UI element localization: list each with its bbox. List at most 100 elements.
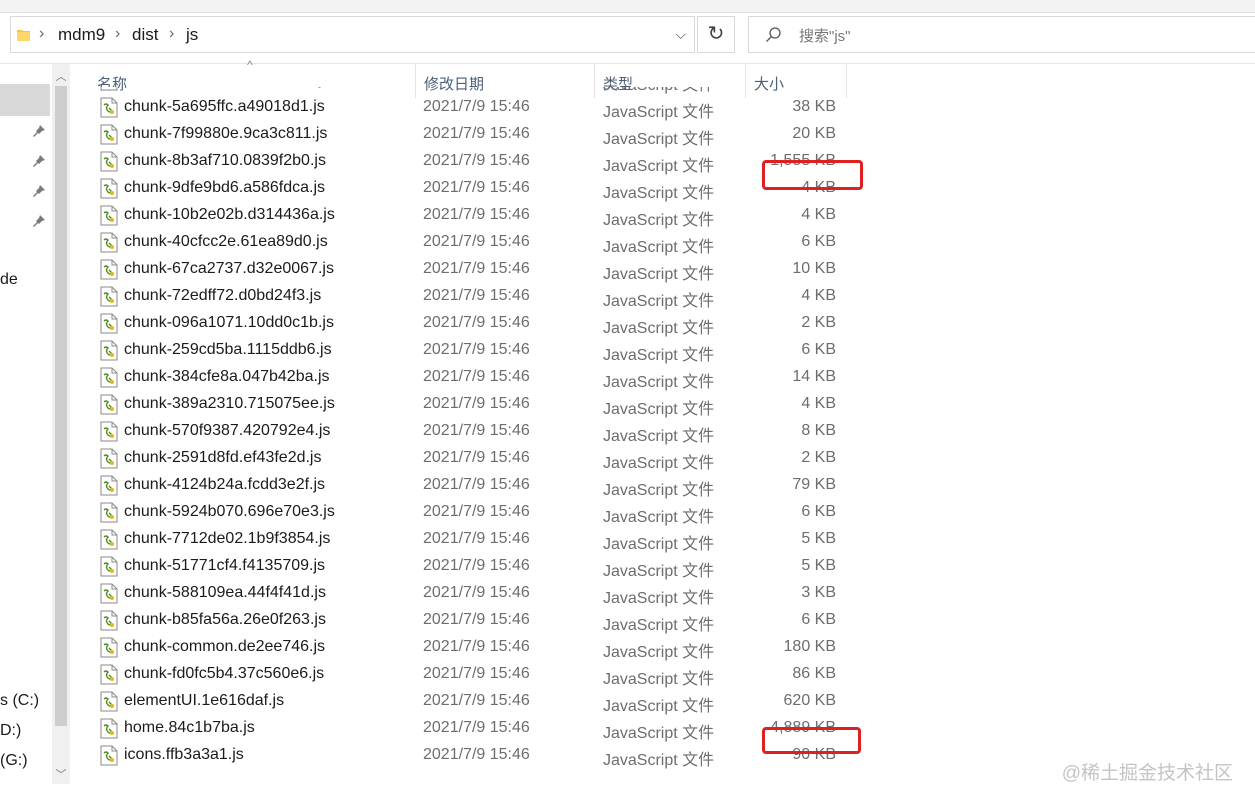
file-type: JavaScript 文件: [603, 212, 715, 229]
file-row[interactable]: chunk-b85fa56a.26e0f263.js 2021/7/9 15:46…: [96, 607, 856, 634]
js-file-icon: [100, 313, 118, 334]
file-name[interactable]: chunk-10b2e02b.d314436a.js: [124, 206, 335, 224]
file-name[interactable]: chunk-9dfe9bd6.a586fdca.js: [124, 179, 325, 197]
file-name[interactable]: chunk-588109ea.44f4f41d.js: [124, 584, 326, 602]
pin-icon[interactable]: [32, 154, 46, 168]
file-row[interactable]: chunk-588109ea.44f4f41d.js 2021/7/9 15:46…: [96, 580, 856, 607]
file-row[interactable]: chunk-4e0207f0.a95e4a9d.js 2021/7/9 15:46…: [96, 87, 856, 94]
file-row[interactable]: chunk-5924b070.696e70e3.js 2021/7/9 15:46…: [96, 499, 856, 526]
pin-icon[interactable]: [32, 214, 46, 228]
file-name[interactable]: elementUI.1e616daf.js: [124, 692, 284, 710]
nav-item-partial[interactable]: de: [0, 271, 18, 289]
nav-selected-item[interactable]: [0, 84, 50, 116]
breadcrumb-mdm9[interactable]: mdm9: [58, 25, 105, 45]
file-date: 2021/7/9 15:46: [423, 584, 530, 601]
breadcrumb-js[interactable]: js: [186, 25, 198, 45]
file-type: JavaScript 文件: [603, 752, 715, 769]
nav-scrollbar[interactable]: ︿ ﹀: [52, 64, 70, 784]
search-box[interactable]: [748, 16, 1255, 53]
breadcrumb-dist[interactable]: dist: [132, 25, 158, 45]
pin-icon[interactable]: [32, 184, 46, 198]
file-row[interactable]: chunk-8b3af710.0839f2b0.js 2021/7/9 15:46…: [96, 148, 856, 175]
file-type: JavaScript 文件: [603, 158, 715, 175]
file-name[interactable]: chunk-2591d8fd.ef43fe2d.js: [124, 449, 321, 467]
file-row[interactable]: chunk-40cfcc2e.61ea89d0.js 2021/7/9 15:46…: [96, 229, 856, 256]
file-row[interactable]: chunk-389a2310.715075ee.js 2021/7/9 15:46…: [96, 391, 856, 418]
file-type: JavaScript 文件: [603, 320, 715, 337]
file-row[interactable]: chunk-5a695ffc.a49018d1.js 2021/7/9 15:46…: [96, 94, 856, 121]
file-date: 2021/7/9 15:46: [423, 449, 530, 466]
search-input[interactable]: [797, 23, 1201, 49]
file-name[interactable]: chunk-5a695ffc.a49018d1.js: [124, 98, 325, 116]
file-name[interactable]: home.84c1b7ba.js: [124, 719, 255, 737]
file-name[interactable]: chunk-40cfcc2e.61ea89d0.js: [124, 233, 328, 251]
file-date: 2021/7/9 15:46: [423, 125, 530, 142]
file-name[interactable]: chunk-b85fa56a.26e0f263.js: [124, 611, 326, 629]
file-type: JavaScript 文件: [603, 509, 715, 526]
file-name[interactable]: chunk-7f99880e.9ca3c811.js: [124, 125, 327, 143]
file-name[interactable]: chunk-096a1071.10dd0c1b.js: [124, 314, 334, 332]
file-name[interactable]: chunk-72edff72.d0bd24f3.js: [124, 287, 321, 305]
file-row[interactable]: chunk-fd0fc5b4.37c560e6.js 2021/7/9 15:46…: [96, 661, 856, 688]
file-date: 2021/7/9 15:46: [423, 746, 530, 763]
scroll-down-icon[interactable]: ﹀: [52, 766, 70, 782]
file-row[interactable]: chunk-67ca2737.d32e0067.js 2021/7/9 15:46…: [96, 256, 856, 283]
file-name[interactable]: chunk-7712de02.1b9f3854.js: [124, 530, 330, 548]
file-row[interactable]: chunk-2591d8fd.ef43fe2d.js 2021/7/9 15:46…: [96, 445, 856, 472]
file-row[interactable]: chunk-096a1071.10dd0c1b.js 2021/7/9 15:46…: [96, 310, 856, 337]
scrollbar-thumb[interactable]: [55, 86, 67, 726]
file-row[interactable]: home.84c1b7ba.js 2021/7/9 15:46 JavaScript…: [96, 715, 856, 742]
file-size: 86 KB: [792, 665, 836, 682]
nav-drive-c[interactable]: s (C:): [0, 692, 39, 710]
file-row[interactable]: chunk-7f99880e.9ca3c811.js 2021/7/9 15:46…: [96, 121, 856, 148]
file-row[interactable]: chunk-4124b24a.fcdd3e2f.js 2021/7/9 15:46…: [96, 472, 856, 499]
file-name[interactable]: icons.ffb3a3a1.js: [124, 746, 244, 764]
file-date: 2021/7/9 15:46: [423, 692, 530, 709]
nav-drive-g[interactable]: (G:): [0, 752, 28, 770]
file-row[interactable]: chunk-10b2e02b.d314436a.js 2021/7/9 15:46…: [96, 202, 856, 229]
js-file-icon: [100, 421, 118, 442]
file-row[interactable]: chunk-9dfe9bd6.a586fdca.js 2021/7/9 15:46…: [96, 175, 856, 202]
file-list: chunk-4e0207f0.a95e4a9d.js 2021/7/9 15:46…: [96, 87, 856, 787]
file-date: 2021/7/9 15:46: [423, 368, 530, 385]
file-name[interactable]: chunk-4e0207f0.a95e4a9d.js: [124, 87, 330, 89]
file-row[interactable]: chunk-259cd5ba.1115ddb6.js 2021/7/9 15:46…: [96, 337, 856, 364]
file-row[interactable]: chunk-384cfe8a.047b42ba.js 2021/7/9 15:46…: [96, 364, 856, 391]
file-name[interactable]: chunk-common.de2ee746.js: [124, 638, 325, 656]
file-size: 6 KB: [801, 87, 836, 89]
file-date: 2021/7/9 15:46: [423, 665, 530, 682]
file-row[interactable]: chunk-7712de02.1b9f3854.js 2021/7/9 15:46…: [96, 526, 856, 553]
address-bar[interactable]: › mdm9 › dist › js ⌵: [10, 16, 695, 53]
file-size: 5 KB: [801, 557, 836, 574]
file-name[interactable]: chunk-384cfe8a.047b42ba.js: [124, 368, 330, 386]
file-name[interactable]: chunk-67ca2737.d32e0067.js: [124, 260, 334, 278]
chevron-right-icon: ›: [169, 25, 175, 42]
file-type: JavaScript 文件: [603, 698, 715, 715]
file-name[interactable]: chunk-8b3af710.0839f2b0.js: [124, 152, 326, 170]
file-row[interactable]: chunk-common.de2ee746.js 2021/7/9 15:46 Ja…: [96, 634, 856, 661]
file-date: 2021/7/9 15:46: [423, 503, 530, 520]
file-row[interactable]: icons.ffb3a3a1.js 2021/7/9 15:46 JavaScrip…: [96, 742, 856, 769]
file-name[interactable]: chunk-570f9387.420792e4.js: [124, 422, 330, 440]
file-row[interactable]: chunk-570f9387.420792e4.js 2021/7/9 15:46…: [96, 418, 856, 445]
file-size: 14 KB: [792, 368, 836, 385]
chevron-down-icon[interactable]: ⌵: [675, 26, 686, 43]
file-name[interactable]: chunk-4124b24a.fcdd3e2f.js: [124, 476, 325, 494]
file-date: 2021/7/9 15:46: [423, 530, 530, 547]
file-row[interactable]: chunk-72edff72.d0bd24f3.js 2021/7/9 15:46…: [96, 283, 856, 310]
file-date: 2021/7/9 15:46: [423, 260, 530, 277]
file-date: 2021/7/9 15:46: [423, 422, 530, 439]
file-name[interactable]: chunk-259cd5ba.1115ddb6.js: [124, 341, 332, 359]
file-row[interactable]: elementUI.1e616daf.js 2021/7/9 15:46 JavaS…: [96, 688, 856, 715]
file-name[interactable]: chunk-fd0fc5b4.37c560e6.js: [124, 665, 324, 683]
file-row[interactable]: chunk-51771cf4.f4135709.js 2021/7/9 15:46…: [96, 553, 856, 580]
file-name[interactable]: chunk-51771cf4.f4135709.js: [124, 557, 325, 575]
file-name[interactable]: chunk-389a2310.715075ee.js: [124, 395, 335, 413]
file-type: JavaScript 文件: [603, 455, 715, 472]
file-size: 620 KB: [783, 692, 836, 709]
pin-icon[interactable]: [32, 124, 46, 138]
refresh-button[interactable]: ↻: [697, 16, 735, 53]
nav-drive-d[interactable]: D:): [0, 722, 21, 740]
scroll-up-icon[interactable]: ︿: [52, 68, 70, 84]
file-name[interactable]: chunk-5924b070.696e70e3.js: [124, 503, 335, 521]
